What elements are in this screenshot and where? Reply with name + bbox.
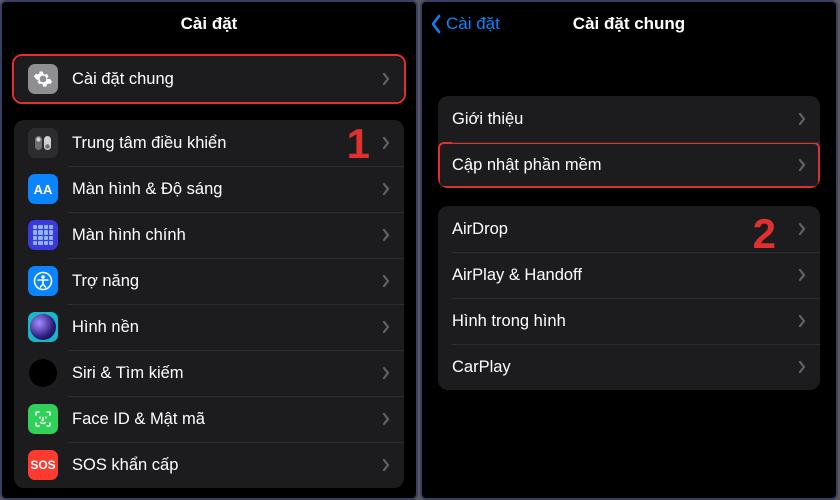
- row-general[interactable]: Cài đặt chung: [14, 56, 404, 102]
- row-label: Trợ năng: [72, 272, 382, 291]
- chevron-right-icon: [382, 228, 390, 242]
- chevron-right-icon: [382, 320, 390, 334]
- row-label: Màn hình chính: [72, 226, 382, 245]
- row-faceid[interactable]: Face ID & Mật mã: [14, 396, 404, 442]
- control-icon: [28, 128, 58, 158]
- wall-icon: [28, 312, 58, 342]
- chevron-right-icon: [798, 268, 806, 282]
- chevron-right-icon: [798, 112, 806, 126]
- chevron-left-icon: [430, 14, 442, 34]
- display-icon: AA: [28, 174, 58, 204]
- row-label: Cập nhật phần mềm: [452, 156, 798, 175]
- row-airdrop[interactable]: AirDrop: [438, 206, 820, 252]
- row-label: Siri & Tìm kiếm: [72, 364, 382, 383]
- siri-icon: [28, 358, 58, 388]
- row-airplay[interactable]: AirPlay & Handoff: [438, 252, 820, 298]
- chevron-right-icon: [798, 360, 806, 374]
- chevron-right-icon: [382, 458, 390, 472]
- chevron-right-icon: [382, 412, 390, 426]
- row-software-update[interactable]: Cập nhật phần mềm: [438, 142, 820, 188]
- general-icon: [28, 64, 58, 94]
- chevron-right-icon: [798, 158, 806, 172]
- access-icon: [28, 266, 58, 296]
- row-home-screen[interactable]: Màn hình chính: [14, 212, 404, 258]
- row-label: Màn hình & Độ sáng: [72, 180, 382, 199]
- row-label: Hình nền: [72, 318, 382, 337]
- highlight-box: Cài đặt chung: [12, 54, 406, 104]
- settings-screen: Cài đặt Cài đặt chung Trung tâm điều khiể…: [0, 0, 418, 500]
- row-label: Giới thiệu: [452, 110, 798, 129]
- chevron-right-icon: [798, 222, 806, 236]
- face-icon: [28, 404, 58, 434]
- header: Cài đặt Cài đặt chung: [422, 2, 836, 46]
- chevron-right-icon: [382, 182, 390, 196]
- back-button[interactable]: Cài đặt: [430, 2, 500, 46]
- page-title: Cài đặt chung: [573, 14, 685, 34]
- row-label: Cài đặt chung: [72, 70, 382, 89]
- settings-group: Trung tâm điều khiển AA Màn hình & Độ sáng…: [14, 120, 404, 488]
- home-icon: [28, 220, 58, 250]
- chevron-right-icon: [382, 366, 390, 380]
- chevron-right-icon: [382, 72, 390, 86]
- row-label: Hình trong hình: [452, 312, 798, 331]
- header: Cài đặt: [2, 2, 416, 46]
- back-label: Cài đặt: [446, 14, 500, 34]
- row-label: AirPlay & Handoff: [452, 266, 798, 285]
- settings-list: Cài đặt chung Trung tâm điều khiển AA Màn h…: [2, 46, 416, 498]
- chevron-right-icon: [382, 136, 390, 150]
- row-label: Face ID & Mật mã: [72, 410, 382, 429]
- row-sos[interactable]: SOS SOS khẩn cấp: [14, 442, 404, 488]
- row-display[interactable]: AA Màn hình & Độ sáng: [14, 166, 404, 212]
- general-group: Giới thiệu Cập nhật phần mềm: [438, 96, 820, 188]
- row-accessibility[interactable]: Trợ năng: [14, 258, 404, 304]
- row-carplay[interactable]: CarPlay: [438, 344, 820, 390]
- row-label: CarPlay: [452, 358, 798, 377]
- row-about[interactable]: Giới thiệu: [438, 96, 820, 142]
- row-pip[interactable]: Hình trong hình: [438, 298, 820, 344]
- row-label: Trung tâm điều khiển: [72, 134, 382, 153]
- general-group: AirDrop AirPlay & Handoff Hình trong hình C…: [438, 206, 820, 390]
- page-title: Cài đặt: [181, 14, 238, 34]
- row-siri[interactable]: Siri & Tìm kiếm: [14, 350, 404, 396]
- general-list: Giới thiệu Cập nhật phần mềm AirDrop AirPla…: [422, 46, 836, 498]
- row-label: SOS khẩn cấp: [72, 456, 382, 475]
- chevron-right-icon: [798, 314, 806, 328]
- row-label: AirDrop: [452, 220, 798, 239]
- sos-icon: SOS: [28, 450, 58, 480]
- chevron-right-icon: [382, 274, 390, 288]
- row-wallpaper[interactable]: Hình nền: [14, 304, 404, 350]
- general-screen: Cài đặt Cài đặt chung Giới thiệu Cập nhật…: [420, 0, 838, 500]
- row-control-center[interactable]: Trung tâm điều khiển: [14, 120, 404, 166]
